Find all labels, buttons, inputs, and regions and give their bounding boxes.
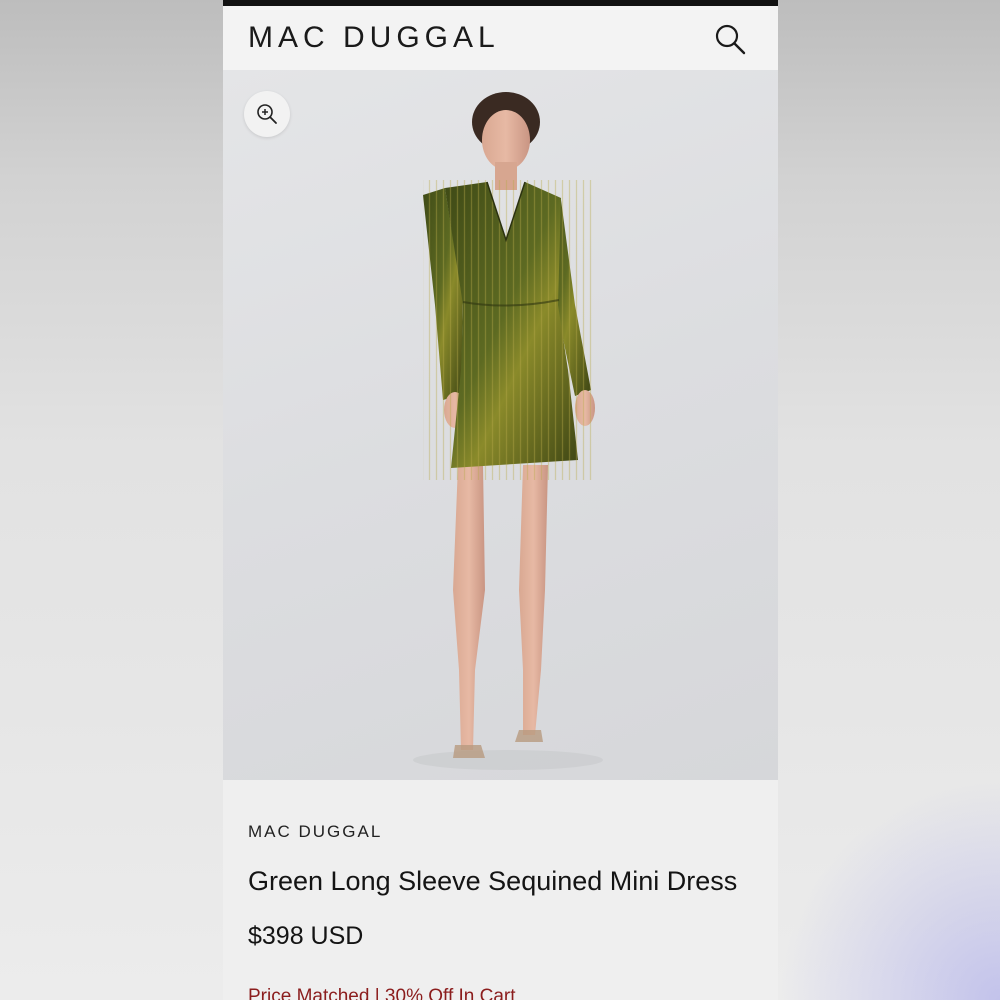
search-icon bbox=[715, 24, 746, 55]
product-page: MAC DUGGAL MAC DUGGAL Green Long Sleeve … bbox=[223, 0, 778, 1000]
promo-link[interactable]: Price Matched | 30% Off In Cart bbox=[248, 986, 516, 1000]
model-photo bbox=[413, 92, 603, 770]
zoom-in-icon bbox=[257, 104, 277, 124]
search-button[interactable] bbox=[713, 22, 747, 56]
zoom-button[interactable] bbox=[244, 91, 290, 137]
site-header: MAC DUGGAL bbox=[223, 6, 778, 70]
product-title: Green Long Sleeve Sequined Mini Dress bbox=[248, 866, 738, 896]
background-tint bbox=[778, 780, 1000, 1000]
product-price: $398 USD bbox=[248, 922, 364, 950]
brand-logo[interactable]: MAC DUGGAL bbox=[248, 21, 500, 55]
product-info: MAC DUGGAL Green Long Sleeve Sequined Mi… bbox=[223, 780, 778, 1000]
product-image[interactable] bbox=[223, 70, 778, 780]
product-brand[interactable]: MAC DUGGAL bbox=[248, 822, 382, 842]
